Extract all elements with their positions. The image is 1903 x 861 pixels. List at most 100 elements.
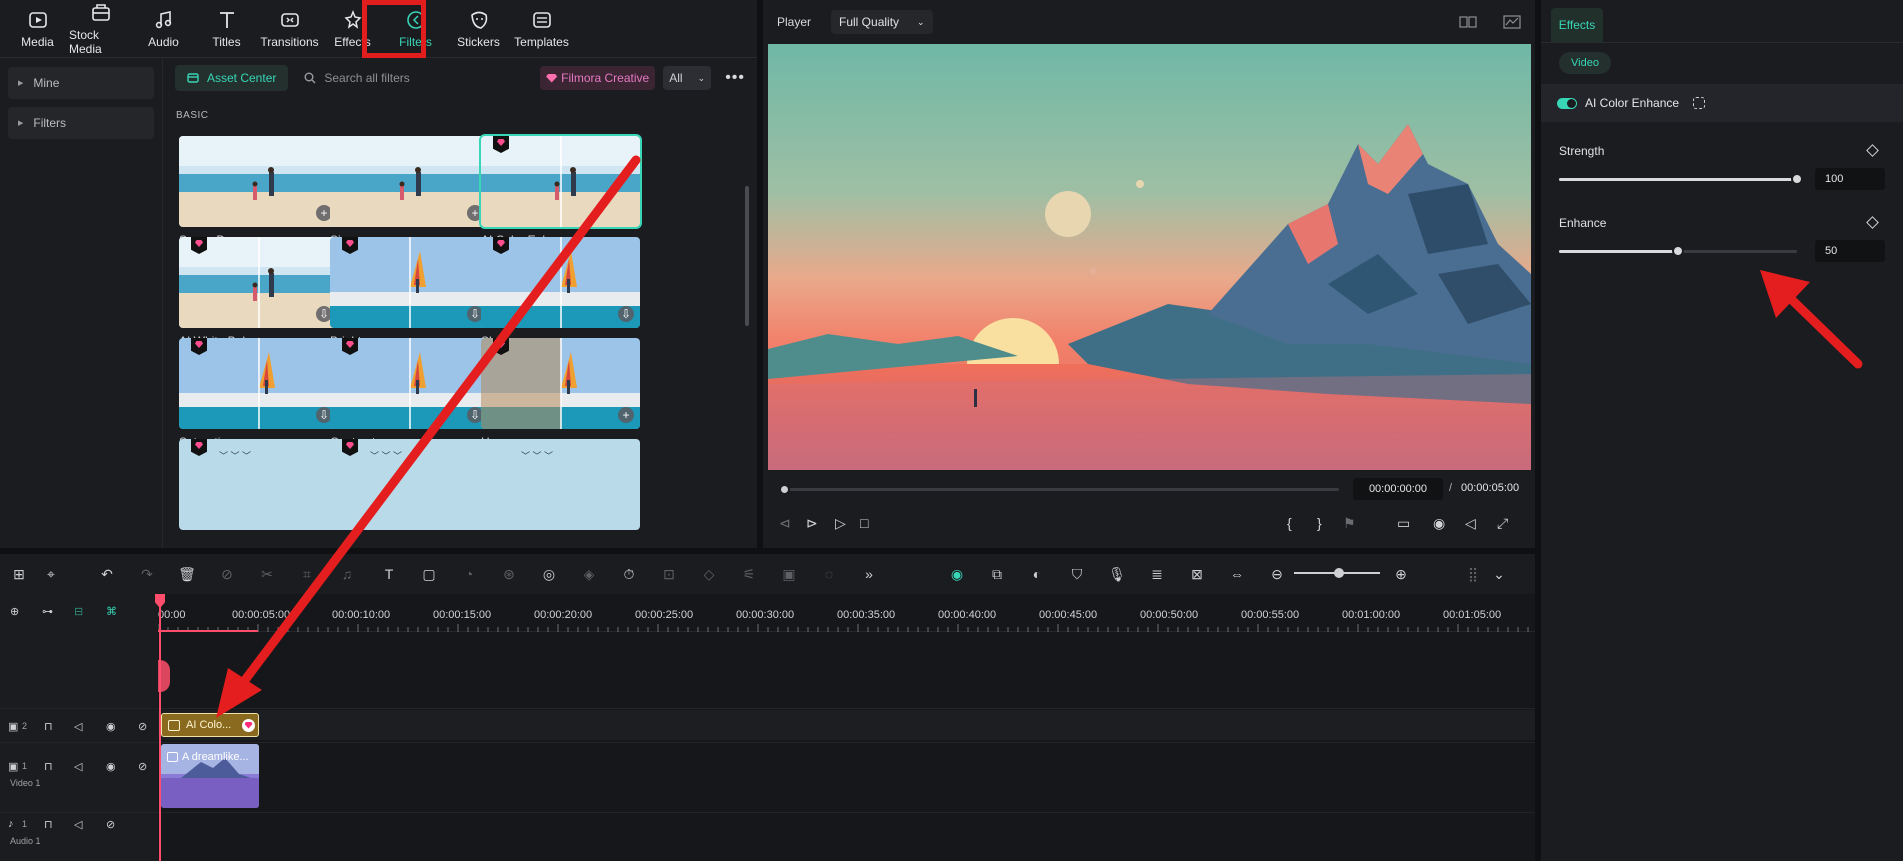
lock-icon[interactable]: ⊓: [44, 760, 53, 773]
more-tools-icon[interactable]: »: [860, 565, 878, 583]
undo-icon[interactable]: ↶: [98, 565, 116, 583]
snap-magnet-icon[interactable]: ⌘: [106, 605, 117, 618]
category-select[interactable]: All ⌄: [663, 66, 712, 90]
filter-thumbnail[interactable]: +: [330, 136, 489, 227]
toolbar-item-media[interactable]: Media: [6, 0, 69, 58]
filter-thumbnail[interactable]: [479, 134, 642, 229]
redo-icon[interactable]: ↷: [138, 565, 156, 583]
filter-thumbnail[interactable]: ⇩: [330, 338, 489, 429]
video-clip[interactable]: A dreamlike...: [161, 744, 259, 808]
subtrack-icon[interactable]: ⊟: [74, 605, 83, 618]
scrubber-handle[interactable]: [779, 484, 790, 495]
color-icon[interactable]: ⊛: [500, 565, 518, 583]
subtitle-icon[interactable]: ▣: [780, 565, 798, 583]
toolbar-item-templates[interactable]: Templates: [510, 0, 573, 58]
toolbar-item-audio[interactable]: Audio: [132, 0, 195, 58]
step-play-icon[interactable]: ⊳: [806, 515, 818, 532]
mark-in-icon[interactable]: {: [1287, 515, 1292, 531]
snapshot-icon[interactable]: ◉: [1433, 515, 1445, 532]
crop-icon[interactable]: ⌗: [298, 565, 316, 583]
adjust-icon[interactable]: ⚟: [740, 565, 758, 583]
sidebar-item-filters[interactable]: ▶ Filters: [8, 107, 154, 139]
library-scrollbar[interactable]: [745, 186, 749, 326]
filter-card[interactable]: ⇩Sharpen: [481, 237, 641, 348]
effect-toggle[interactable]: [1557, 97, 1577, 109]
filter-card[interactable]: ⇩AI White Balance: [179, 237, 339, 348]
compare-view-icon[interactable]: [1459, 15, 1477, 29]
download-icon[interactable]: ⇩: [618, 306, 634, 322]
render-preview-icon[interactable]: ⊠: [1188, 565, 1206, 583]
layout-icon[interactable]: ⊞: [10, 565, 28, 583]
shield-icon[interactable]: ⛉: [1068, 565, 1086, 583]
fit-icon[interactable]: ⇔: [1228, 565, 1246, 583]
volume-icon[interactable]: ◁: [74, 720, 82, 733]
toolbar-item-transitions[interactable]: Transitions: [258, 0, 321, 58]
filter-card[interactable]: +Sierra: [330, 136, 490, 247]
delete-icon[interactable]: 🗑: [178, 565, 196, 583]
filter-card[interactable]: +Sunny Days: [179, 136, 339, 247]
text-icon[interactable]: T: [380, 565, 398, 583]
ai-copilot-icon[interactable]: ◉: [948, 565, 966, 583]
mute-icon[interactable]: ⊘: [106, 818, 115, 831]
strength-slider[interactable]: [1559, 173, 1803, 185]
display-icon[interactable]: ▭: [1397, 515, 1410, 532]
hide-icon[interactable]: ⊘: [138, 720, 147, 733]
cut-icon[interactable]: ✂: [258, 565, 276, 583]
tab-effects[interactable]: Effects: [1551, 8, 1603, 42]
eye-icon[interactable]: ◉: [106, 760, 116, 773]
quality-select[interactable]: Full Quality ⌄: [831, 10, 933, 34]
filter-thumbnail[interactable]: +: [481, 338, 640, 429]
filter-card[interactable]: AI Color Enhance: [479, 134, 642, 247]
filter-thumbnail[interactable]: ﹀ ﹀ ﹀: [179, 439, 338, 530]
multicam-icon[interactable]: ⧉: [988, 565, 1006, 583]
filter-thumbnail[interactable]: ﹀ ﹀ ﹀: [330, 439, 489, 530]
lock-icon[interactable]: ⊓: [44, 818, 53, 831]
marker-icon[interactable]: ⚑: [1343, 515, 1356, 532]
zoom-in-icon[interactable]: ⊕: [1392, 565, 1410, 583]
render-icon[interactable]: ◌: [820, 565, 838, 583]
scopes-icon[interactable]: [1503, 15, 1521, 29]
volume-icon[interactable]: ◁: [74, 818, 82, 831]
enhance-value[interactable]: 50: [1815, 240, 1885, 262]
filter-thumbnail[interactable]: ⇩: [179, 338, 338, 429]
lock-icon[interactable]: ⊓: [44, 720, 53, 733]
toolbar-item-stickers[interactable]: Stickers: [447, 0, 510, 58]
stop-icon[interactable]: □: [860, 515, 868, 531]
search-input[interactable]: Search all filters: [304, 71, 524, 85]
volume-icon[interactable]: ◁: [74, 760, 82, 773]
audio-detach-icon[interactable]: ♫: [338, 565, 356, 583]
toolbar-item-effects[interactable]: Effects: [321, 0, 384, 58]
play-icon[interactable]: ▷: [835, 515, 846, 532]
zoom-slider[interactable]: [1294, 568, 1380, 578]
video-pill[interactable]: Video: [1559, 52, 1611, 74]
eye-icon[interactable]: ◉: [106, 720, 116, 733]
filter-card[interactable]: ﹀ ﹀ ﹀: [179, 439, 339, 536]
playhead[interactable]: [159, 594, 161, 861]
toolbar-item-stock-media[interactable]: Stock Media: [69, 0, 132, 58]
filter-card[interactable]: ﹀ ﹀ ﹀: [481, 439, 641, 536]
enhance-slider[interactable]: [1559, 245, 1797, 257]
fullscreen-icon[interactable]: ⤢: [1497, 515, 1508, 532]
filter-thumbnail[interactable]: ⇩: [330, 237, 489, 328]
filter-thumbnail[interactable]: ⇩: [481, 237, 640, 328]
filter-card[interactable]: ⇩Brightness: [330, 237, 490, 348]
hide-icon[interactable]: ⊘: [138, 760, 147, 773]
dropdown-icon[interactable]: ⌄: [1490, 565, 1508, 583]
zoom-out-icon[interactable]: ⊖: [1268, 565, 1286, 583]
toolbar-item-filters[interactable]: Filters: [384, 0, 447, 58]
select-tool-icon[interactable]: ⌖: [42, 565, 60, 583]
add-icon[interactable]: +: [618, 407, 634, 423]
ai-icon[interactable]: ◎: [540, 565, 558, 583]
mic-icon[interactable]: 🎙: [1108, 565, 1126, 583]
zoom-handle[interactable]: [1334, 568, 1344, 578]
strength-value[interactable]: 100: [1815, 168, 1885, 190]
volume-icon[interactable]: ◁: [1465, 515, 1476, 532]
filmora-creative-button[interactable]: Filmora Creative: [540, 66, 656, 90]
snap-icon[interactable]: ◐: [1028, 565, 1046, 583]
timeline-ruler[interactable]: 00:00 00:00:05:00 00:00:10:00 00:00:15:00 00…: [158, 594, 1535, 632]
add-track-icon[interactable]: ⊕: [10, 605, 19, 618]
current-time[interactable]: 00:00:00:00: [1353, 478, 1443, 500]
grid-icon[interactable]: ⣿: [1464, 565, 1482, 583]
filter-card[interactable]: +Hue: [481, 338, 641, 449]
toolbar-item-titles[interactable]: Titles: [195, 0, 258, 58]
